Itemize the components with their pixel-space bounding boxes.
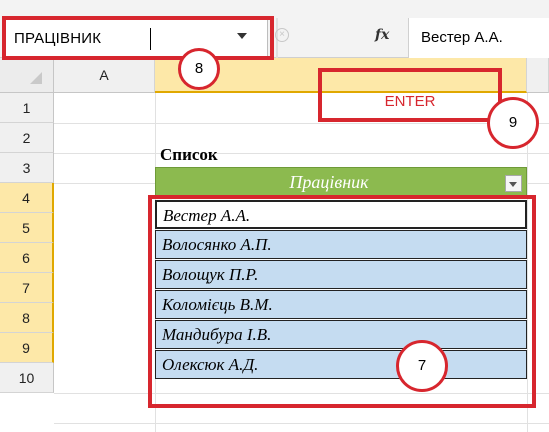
row-header-10[interactable]: 10 (0, 363, 54, 393)
select-all-button[interactable] (0, 58, 54, 93)
gridline (54, 123, 549, 124)
name-box-highlight (2, 16, 274, 60)
row-header-5[interactable]: 5 (0, 213, 54, 243)
select-all-icon (30, 72, 42, 84)
row-header-3[interactable]: 3 (0, 153, 54, 183)
row-header-4[interactable]: 4 (0, 183, 54, 213)
gridline (54, 153, 549, 154)
range-highlight (148, 195, 536, 408)
row-header-6[interactable]: 6 (0, 243, 54, 273)
enter-key-callout: ENTER (318, 68, 502, 122)
column-header-c[interactable] (527, 58, 549, 93)
table-header-label: Працівник (289, 172, 369, 192)
filter-dropdown-button[interactable] (505, 175, 522, 192)
step-8-marker: 8 (178, 48, 220, 90)
fx-icon[interactable]: fx (375, 27, 389, 43)
list-title-cell[interactable]: Список (160, 145, 218, 165)
row-header-8[interactable]: 8 (0, 303, 54, 333)
step-9-marker: 9 (487, 97, 539, 149)
filter-arrow-icon (509, 182, 517, 187)
formula-value: Вестер А.А. (421, 29, 503, 46)
row-header-1[interactable]: 1 (0, 93, 54, 123)
row-header-9[interactable]: 9 (0, 333, 54, 363)
formula-input[interactable]: Вестер А.А. (408, 18, 549, 58)
enter-label: ENTER (384, 93, 436, 110)
row-header-2[interactable]: 2 (0, 123, 54, 153)
row-header-7[interactable]: 7 (0, 273, 54, 303)
cancel-icon[interactable]: × (275, 28, 289, 42)
gridline (54, 423, 549, 424)
step-7-marker: 7 (396, 340, 448, 392)
column-header-a[interactable]: A (54, 58, 155, 93)
